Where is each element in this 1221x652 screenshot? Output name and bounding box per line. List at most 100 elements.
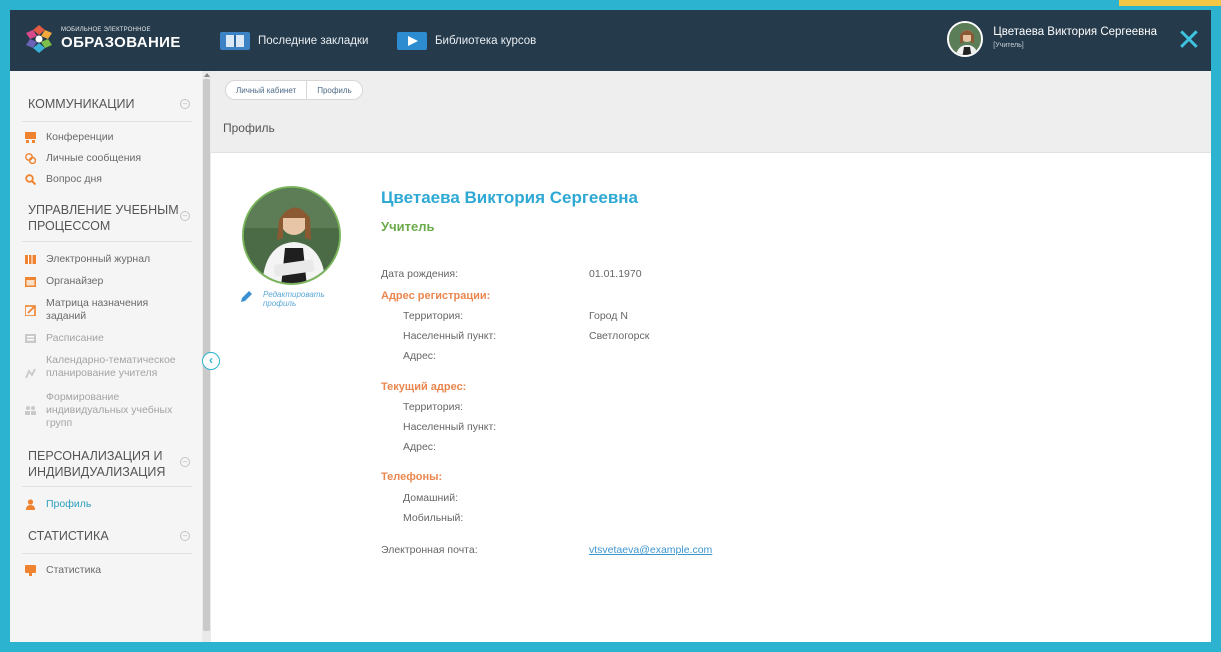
- course-library-label: Библиотека курсов: [435, 35, 537, 47]
- cur-settlement-row: Населенный пункт:: [381, 421, 496, 433]
- settlement-value: Светлогорск: [589, 330, 650, 342]
- sidebar-item-label: Статистика: [46, 564, 102, 576]
- page-title: Профиль: [223, 121, 275, 135]
- edit-profile-link[interactable]: Редактировать профиль: [239, 290, 353, 308]
- sidebar-item-journal[interactable]: Электронный журнал: [10, 253, 202, 266]
- logo-caption: МОБИЛЬНОЕ ЭЛЕКТРОННОЕ: [61, 27, 151, 33]
- sidebar-item-thematic-planning[interactable]: Календарно-тематическое планирование учи…: [10, 354, 202, 380]
- scroll-down-arrow-icon[interactable]: [204, 646, 210, 650]
- divider: [22, 486, 192, 487]
- app-window: МОБИЛЬНОЕ ЭЛЕКТРОННОЕ ОБРАЗОВАНИЕ Послед…: [0, 0, 1221, 652]
- divider: [22, 121, 192, 122]
- collapse-section-icon[interactable]: –: [180, 531, 190, 541]
- address-label: Адрес:: [403, 350, 436, 362]
- schedule-icon: [25, 334, 36, 343]
- breadcrumb: Личный кабинет Профиль: [225, 80, 363, 100]
- conference-icon: [25, 132, 36, 143]
- settlement-label: Населенный пункт:: [403, 421, 497, 433]
- collapse-section-icon[interactable]: –: [180, 457, 190, 467]
- planning-icon: [25, 368, 36, 379]
- territory-label: Территория:: [403, 310, 464, 322]
- sidebar-section-title: СТАТИСТИКА: [28, 529, 109, 543]
- sidebar: КОММУНИКАЦИИ – Конференции Личные сообще…: [10, 71, 202, 642]
- home-phone-row: Домашний:: [381, 492, 458, 504]
- email-link[interactable]: vtsvetaeva@example.com: [589, 544, 712, 556]
- birth-date-value: 01.01.1970: [589, 268, 642, 280]
- sidebar-section-statistics[interactable]: СТАТИСТИКА –: [10, 528, 202, 544]
- user-name: Цветаева Виктория Сергеевна: [993, 26, 1157, 38]
- current-address-title: Текущий адрес:: [381, 381, 467, 393]
- recent-bookmarks-label: Последние закладки: [258, 35, 369, 47]
- sidebar-item-conferences[interactable]: Конференции: [10, 131, 202, 144]
- messages-icon: [25, 153, 36, 164]
- reg-settlement-row: Населенный пункт: Светлогорск: [381, 330, 649, 342]
- collapse-section-icon[interactable]: –: [180, 99, 190, 109]
- close-icon[interactable]: ✕: [1167, 10, 1211, 71]
- sidebar-item-label: Профиль: [46, 498, 92, 510]
- sidebar-section-communications[interactable]: КОММУНИКАЦИИ –: [10, 96, 202, 112]
- birth-date-label: Дата рождения:: [381, 268, 458, 280]
- pencil-icon: [241, 291, 252, 302]
- course-library-link[interactable]: Библиотека курсов: [397, 30, 536, 52]
- sidebar-item-statistics[interactable]: Статистика: [10, 564, 202, 577]
- sidebar-item-messages[interactable]: Личные сообщения: [10, 152, 202, 165]
- top-bar: МОБИЛЬНОЕ ЭЛЕКТРОННОЕ ОБРАЗОВАНИЕ Послед…: [10, 10, 1211, 71]
- avatar: [947, 21, 984, 57]
- profile-photo: [242, 186, 341, 285]
- sidebar-section-learning-management[interactable]: УПРАВЛЕНИЕ УЧЕБНЫМ ПРОЦЕССОМ –: [10, 202, 202, 234]
- cur-territory-row: Территория:: [381, 401, 463, 413]
- email-row: Электронная почта: vtsvetaeva@example.co…: [381, 544, 712, 556]
- home-phone-label: Домашний:: [403, 492, 458, 504]
- sidebar-section-title: ПЕРСОНАЛИЗАЦИЯ И ИНДИВИДУАЛИЗАЦИЯ: [28, 449, 166, 479]
- sidebar-item-label: Календарно-тематическое планирование учи…: [46, 354, 176, 379]
- breadcrumb-item-cabinet[interactable]: Личный кабинет: [225, 80, 308, 100]
- sidebar-item-label: Расписание: [46, 332, 104, 344]
- groups-icon: [25, 406, 36, 415]
- sidebar-section-title: УПРАВЛЕНИЕ УЧЕБНЫМ ПРОЦЕССОМ: [28, 203, 179, 233]
- sidebar-section-personalization[interactable]: ПЕРСОНАЛИЗАЦИЯ И ИНДИВИДУАЛИЗАЦИЯ –: [10, 448, 202, 480]
- divider: [22, 241, 192, 242]
- territory-label: Территория:: [403, 401, 464, 413]
- phones-title: Телефоны:: [381, 471, 443, 483]
- reg-address-row: Адрес:: [381, 350, 436, 362]
- sidebar-item-assignment-matrix[interactable]: Матрица назначения заданий: [10, 297, 202, 323]
- scroll-up-arrow-icon[interactable]: [204, 73, 210, 77]
- profile-name: Цветаева Виктория Сергеевна: [381, 188, 638, 207]
- sidebar-item-organizer[interactable]: Органайзер: [10, 275, 202, 288]
- breadcrumb-item-profile[interactable]: Профиль: [306, 80, 363, 100]
- divider: [22, 553, 192, 554]
- sidebar-item-label: Формирование индивидуальных учебных груп…: [46, 391, 173, 429]
- mobile-phone-label: Мобильный:: [403, 512, 464, 524]
- breadcrumb-bar: Личный кабинет Профиль Профиль: [211, 71, 1211, 153]
- profile-role: Учитель: [381, 219, 435, 234]
- collapse-section-icon[interactable]: –: [180, 211, 190, 221]
- sidebar-item-individual-groups[interactable]: Формирование индивидуальных учебных груп…: [10, 391, 202, 430]
- territory-value: Город N: [589, 310, 628, 322]
- reg-territory-row: Территория: Город N: [381, 310, 628, 322]
- birth-date-row: Дата рождения: 01.01.1970: [381, 268, 642, 280]
- sidebar-item-schedule[interactable]: Расписание: [10, 332, 202, 345]
- calendar-icon: [25, 277, 36, 287]
- bookmarks-book-icon: [220, 32, 250, 50]
- sidebar-item-profile[interactable]: Профиль: [10, 498, 202, 511]
- user-role: [Учитель]: [993, 42, 1024, 49]
- sidebar-item-label: Электронный журнал: [46, 253, 151, 265]
- sidebar-item-label: Вопрос дня: [46, 173, 102, 185]
- profile-content: Редактировать профиль Цветаева Виктория …: [211, 153, 1211, 642]
- profile-person-icon: [26, 499, 35, 510]
- journal-icon: [25, 255, 36, 264]
- edit-profile-label: Редактировать профиль: [263, 290, 325, 308]
- email-label: Электронная почта:: [381, 544, 478, 556]
- recent-bookmarks-link[interactable]: Последние закладки: [220, 30, 368, 52]
- address-label: Адрес:: [403, 441, 436, 453]
- sidebar-item-label: Матрица назначения заданий: [46, 297, 149, 322]
- collapse-sidebar-icon[interactable]: ‹: [202, 352, 220, 370]
- sidebar-item-label: Органайзер: [46, 275, 104, 287]
- statistics-icon: [25, 565, 36, 576]
- sidebar-item-question-of-day[interactable]: Вопрос дня: [10, 173, 202, 186]
- user-menu[interactable]: Цветаева Виктория Сергеевна [Учитель]: [947, 21, 1157, 57]
- sidebar-item-label: Конференции: [46, 131, 114, 143]
- assignment-icon: [25, 305, 36, 316]
- registration-address-title: Адрес регистрации:: [381, 290, 491, 302]
- corner-tab: [1119, 0, 1221, 6]
